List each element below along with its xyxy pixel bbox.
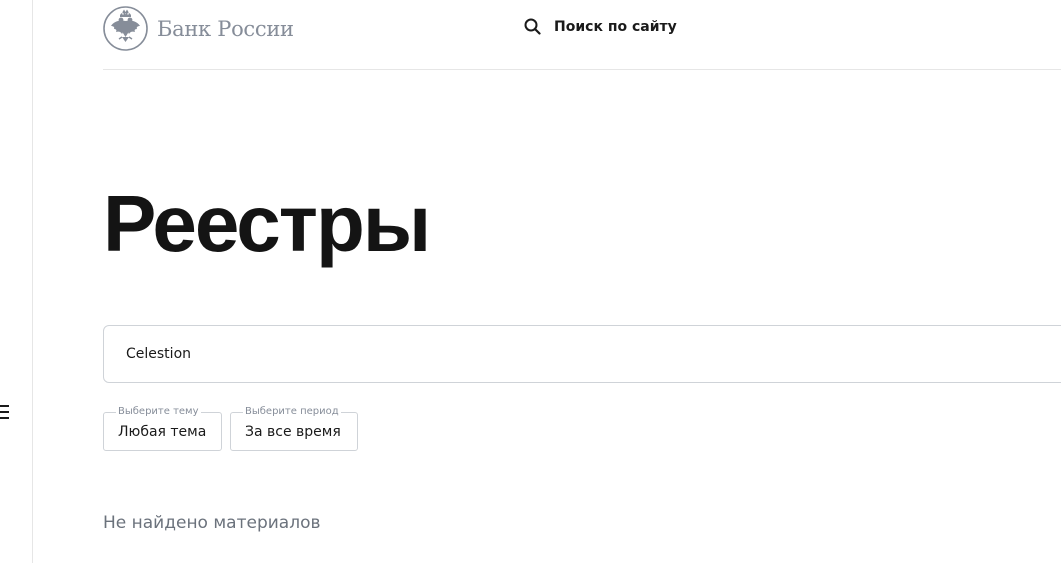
period-filter-select[interactable]: Выберите период За все время <box>230 406 358 451</box>
page-title: Реестры <box>103 179 431 268</box>
site-search-button[interactable]: Поиск по сайту <box>524 18 677 35</box>
topic-filter-legend: Выберите тему <box>116 406 201 418</box>
period-filter-legend: Выберите период <box>243 406 341 418</box>
side-rail <box>0 0 33 563</box>
eagle-emblem-icon <box>103 6 148 51</box>
empty-results-message: Не найдено материалов <box>103 513 321 533</box>
search-icon <box>524 18 541 35</box>
period-filter-value: За все время <box>245 424 341 440</box>
logo-text: Банк России <box>157 16 294 41</box>
topic-filter-select[interactable]: Выберите тему Любая тема <box>103 406 222 451</box>
registry-search-box <box>103 325 1061 383</box>
bank-logo[interactable]: Банк России <box>103 6 294 51</box>
topic-filter-value: Любая тема <box>118 424 207 440</box>
menu-icon[interactable] <box>0 405 10 423</box>
registry-search-input[interactable] <box>126 326 1026 382</box>
site-search-label: Поиск по сайту <box>554 18 677 35</box>
site-header: Банк России Поиск по сайту <box>103 0 1061 70</box>
